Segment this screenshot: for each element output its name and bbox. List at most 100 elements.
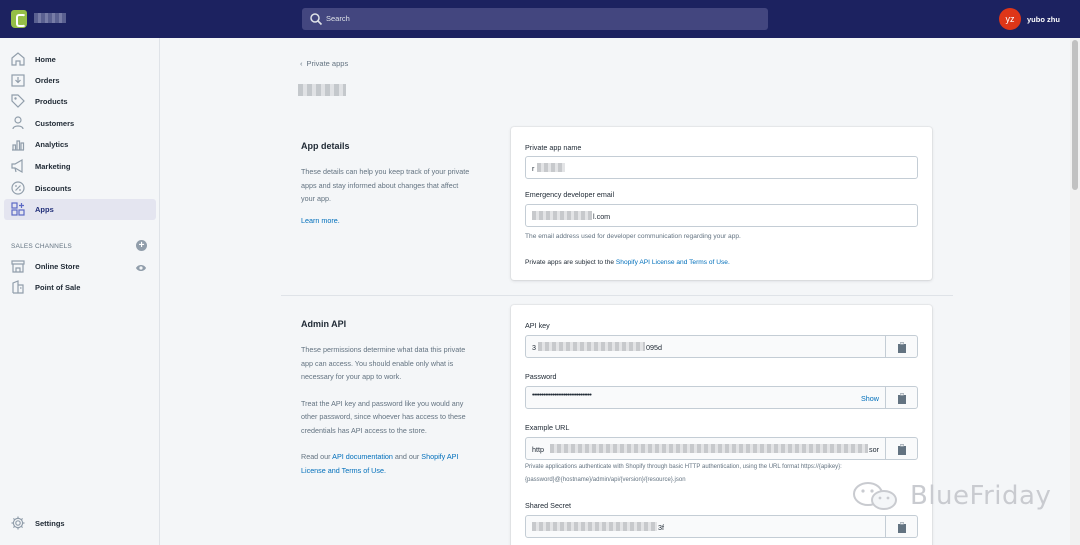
sidebar-item-marketing[interactable]: Marketing — [4, 156, 156, 177]
sidebar-item-label: Point of Sale — [35, 283, 81, 292]
sidebar-item-apps[interactable]: Apps — [4, 199, 156, 220]
shared-secret-end: 3f — [658, 523, 664, 532]
developer-email-input[interactable]: l.com — [525, 204, 918, 227]
bar-chart-icon — [12, 140, 25, 151]
show-password-button[interactable]: Show — [861, 394, 879, 403]
copy-password-button[interactable] — [885, 387, 917, 408]
section-divider — [281, 295, 953, 296]
sidebar-item-analytics[interactable]: Analytics — [4, 134, 156, 155]
sidebar-item-point-of-sale[interactable]: Point of Sale — [4, 277, 156, 298]
discount-icon — [11, 181, 25, 195]
sidebar-item-label: Customers — [35, 119, 75, 128]
app-details-card: Private app name r Emergency developer e… — [511, 127, 932, 280]
sidebar-item-label: Marketing — [35, 162, 71, 171]
clipboard-icon — [898, 342, 906, 353]
sidebar-item-label: Apps — [35, 205, 54, 214]
main-content: ‹ Private apps App details These details … — [161, 38, 1070, 545]
redacted-text — [550, 444, 868, 453]
username[interactable]: yubo zhu — [1027, 15, 1060, 24]
copy-shared-secret-button[interactable] — [885, 516, 917, 537]
add-channel-button[interactable]: + — [136, 240, 147, 251]
api-key-end: 095d — [646, 343, 662, 352]
example-url-start: http — [532, 445, 544, 454]
watermark: BlueFriday — [848, 480, 1052, 512]
example-url-label: Example URL — [525, 423, 570, 432]
sidebar-item-label: Analytics — [35, 140, 69, 149]
app-details-description: These details can help you keep track of… — [301, 167, 470, 225]
learn-more-link[interactable]: Learn more. — [301, 216, 340, 225]
search-icon — [310, 13, 323, 26]
sidebar-item-label: Home — [35, 55, 56, 64]
example-url-field[interactable]: http sor — [525, 437, 918, 460]
sidebar-item-orders[interactable]: Orders — [4, 70, 156, 91]
api-key-label: API key — [525, 321, 550, 330]
sidebar-item-home[interactable]: Home — [4, 49, 156, 70]
shared-secret-label: Shared Secret — [525, 501, 571, 510]
clipboard-icon — [898, 444, 906, 455]
gear-icon — [11, 516, 25, 530]
scrollbar[interactable] — [1070, 38, 1080, 545]
sidebar-item-label: Discounts — [35, 184, 72, 193]
redacted-text — [532, 522, 657, 531]
admin-api-title: Admin API — [301, 319, 347, 329]
api-key-start: 3 — [532, 343, 536, 352]
sidebar-item-online-store[interactable]: Online Store — [4, 256, 156, 277]
scrollbar-thumb[interactable] — [1072, 40, 1078, 190]
sidebar-item-products[interactable]: Products — [4, 91, 156, 112]
page-title — [298, 84, 346, 96]
copy-api-key-button[interactable] — [885, 336, 917, 357]
chevron-left-icon: ‹ — [300, 59, 303, 68]
app-details-title: App details — [301, 141, 350, 151]
redacted-text — [532, 211, 592, 220]
email-help-text: The email address used for developer com… — [525, 233, 741, 240]
sidebar: Home Orders Products Customers Analytics… — [0, 38, 160, 545]
private-app-name-input[interactable]: r — [525, 156, 918, 179]
password-label: Password — [525, 372, 557, 381]
clipboard-icon — [898, 393, 906, 404]
sidebar-item-discounts[interactable]: Discounts — [4, 178, 156, 199]
redacted-text — [537, 163, 565, 172]
terms-text: Private apps are subject to the Shopify … — [525, 259, 730, 266]
password-field[interactable]: •••••••••••••••••••••••••••••••• Show — [525, 386, 918, 409]
sidebar-item-customers[interactable]: Customers — [4, 113, 156, 134]
pos-icon — [12, 280, 24, 294]
store-name-blurred[interactable] — [34, 13, 66, 23]
copy-example-url-button[interactable] — [885, 438, 917, 459]
sales-channels-title: SALES CHANNELS — [11, 243, 72, 250]
orders-icon — [11, 74, 25, 87]
clipboard-icon — [898, 522, 906, 533]
avatar[interactable]: yz — [999, 8, 1021, 30]
person-icon — [12, 116, 24, 130]
private-app-name-value: r — [532, 164, 535, 173]
password-value: •••••••••••••••••••••••••••••••• — [532, 392, 592, 399]
terms-link[interactable]: Shopify API License and Terms of Use. — [616, 259, 730, 266]
api-docs-link[interactable]: API documentation — [332, 452, 393, 461]
eye-icon[interactable] — [135, 263, 147, 273]
sidebar-item-label: Products — [35, 97, 68, 106]
store-icon — [11, 260, 25, 273]
example-url-end: sor — [869, 445, 879, 454]
megaphone-icon — [11, 158, 23, 174]
shopify-logo[interactable] — [11, 10, 27, 28]
breadcrumb[interactable]: ‹ Private apps — [300, 59, 348, 68]
sidebar-item-label: Orders — [35, 76, 60, 85]
redacted-text — [538, 342, 645, 351]
shared-secret-field[interactable]: 3f — [525, 515, 918, 538]
home-icon — [11, 52, 25, 66]
private-app-name-label: Private app name — [525, 143, 582, 152]
developer-email-label: Emergency developer email — [525, 190, 615, 199]
top-bar: Search yz yubo zhu — [0, 0, 1080, 38]
admin-api-description: These permissions determine what data th… — [301, 345, 466, 475]
sidebar-item-settings[interactable]: Settings — [4, 513, 156, 534]
developer-email-value: l.com — [593, 212, 611, 221]
search-placeholder: Search — [326, 14, 350, 23]
tag-icon — [11, 94, 25, 108]
search-bar[interactable]: Search — [302, 8, 768, 30]
breadcrumb-label: Private apps — [306, 59, 349, 68]
watermark-text: BlueFriday — [910, 481, 1052, 511]
sidebar-item-label: Settings — [35, 519, 65, 528]
wechat-logo-icon — [853, 482, 897, 510]
apps-icon — [11, 202, 25, 216]
sidebar-item-label: Online Store — [35, 262, 80, 271]
api-key-field[interactable]: 3 095d — [525, 335, 918, 358]
